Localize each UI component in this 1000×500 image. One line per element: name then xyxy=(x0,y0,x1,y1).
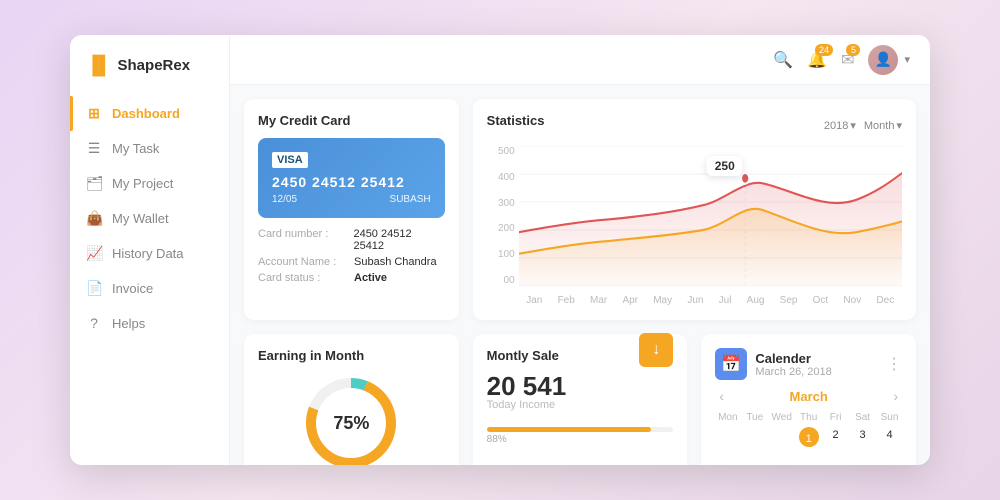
cal-day-empty xyxy=(715,427,740,447)
cal-day-empty xyxy=(769,427,794,447)
calendar-month: March xyxy=(790,389,828,404)
sidebar-label-history-data: History Data xyxy=(112,246,184,261)
statistics-title: Statistics xyxy=(487,113,545,128)
credit-card-section: My Credit Card VISA 2450 24512 25412 12/… xyxy=(244,99,459,320)
sale-label: Today Income xyxy=(487,399,567,411)
project-icon: 🗂 xyxy=(86,175,102,192)
dashboard-icon: ⊞ xyxy=(86,105,102,122)
app-window: ▐▌ ShapeRex ⊞ Dashboard ☰ My Task 🗂 My P… xyxy=(70,35,930,465)
sidebar-item-helps[interactable]: ? Helps xyxy=(70,306,229,340)
year-selector[interactable]: 2018 ▾ xyxy=(824,119,856,132)
calendar-date: March 26, 2018 xyxy=(755,366,831,378)
cal-day-empty xyxy=(742,427,767,447)
next-month-button[interactable]: › xyxy=(889,388,902,404)
card-number-display: 2450 24512 25412 xyxy=(272,174,431,190)
day-header-mon: Mon xyxy=(715,410,740,425)
card-number-value: 2450 24512 25412 xyxy=(353,228,444,252)
user-avatar-area[interactable]: 👤 ▾ xyxy=(868,45,910,75)
card-status-value: Active xyxy=(354,272,387,284)
day-header-wed: Wed xyxy=(769,410,794,425)
messages-badge: 5 xyxy=(846,44,860,56)
card-holder: SUBASH xyxy=(390,194,431,205)
wallet-icon: 👜 xyxy=(86,210,102,227)
calendar-more-button[interactable]: ⋮ xyxy=(886,354,902,374)
sale-pct-label: 88% xyxy=(487,434,674,445)
sidebar-label-my-wallet: My Wallet xyxy=(112,211,169,226)
history-icon: 📈 xyxy=(86,245,102,262)
avatar-chevron: ▾ xyxy=(904,53,910,66)
credit-card-title: My Credit Card xyxy=(258,113,445,128)
account-name-value: Subash Chandra xyxy=(354,256,437,268)
card-number-label: Card number : xyxy=(258,228,347,252)
donut-label: 75% xyxy=(333,413,369,434)
sidebar-label-invoice: Invoice xyxy=(112,281,153,296)
visa-label: VISA xyxy=(272,152,308,168)
credit-card-visual: VISA 2450 24512 25412 12/05 SUBASH xyxy=(258,138,445,218)
chart-inner: 250 xyxy=(519,146,902,286)
day-header-sat: Sat xyxy=(850,410,875,425)
notifications-button[interactable]: 🔔 24 xyxy=(807,50,827,70)
day-header-tue: Tue xyxy=(742,410,767,425)
cal-day-3[interactable]: 3 xyxy=(850,427,875,447)
day-header-sun: Sun xyxy=(877,410,902,425)
messages-button[interactable]: ✉ 5 xyxy=(841,50,854,70)
sidebar-item-my-project[interactable]: 🗂 My Project xyxy=(70,166,229,201)
task-icon: ☰ xyxy=(86,140,102,157)
stat-controls: 2018 ▾ Month ▾ xyxy=(824,119,902,132)
calendar-title: Calender xyxy=(755,351,831,366)
sidebar-label-my-task: My Task xyxy=(112,141,159,156)
period-selector[interactable]: Month ▾ xyxy=(864,119,902,132)
sale-progress-fill xyxy=(487,427,651,432)
app-name: ShapeRex xyxy=(118,57,191,74)
sidebar-item-my-wallet[interactable]: 👜 My Wallet xyxy=(70,201,229,236)
chart-y-labels: 500 400 300 200 100 00 xyxy=(487,146,515,286)
cal-day-1[interactable]: 1 xyxy=(799,427,819,447)
account-name-label: Account Name : xyxy=(258,256,348,268)
notifications-badge: 24 xyxy=(815,44,833,56)
sale-progress-bar xyxy=(487,427,674,432)
invoice-icon: 📄 xyxy=(86,280,102,297)
logo-area: ▐▌ ShapeRex xyxy=(70,55,229,96)
sidebar-item-my-task[interactable]: ☰ My Task xyxy=(70,131,229,166)
chart-x-labels: Jan Feb Mar Apr May Jun Jul Aug Sep Oct … xyxy=(519,295,902,306)
monthly-sale-section: Montly Sale 20 541 Today Income ↓ 88% xyxy=(473,334,688,465)
card-status-label: Card status : xyxy=(258,272,348,284)
content-grid: My Credit Card VISA 2450 24512 25412 12/… xyxy=(230,85,930,465)
earning-title: Earning in Month xyxy=(258,348,445,363)
chart-area: 500 400 300 200 100 00 250 xyxy=(487,146,902,306)
sidebar-label-helps: Helps xyxy=(112,316,145,331)
chart-tooltip: 250 xyxy=(707,156,743,176)
sidebar-item-history-data[interactable]: 📈 History Data xyxy=(70,236,229,271)
sidebar-label-my-project: My Project xyxy=(112,176,173,191)
statistics-section: Statistics 2018 ▾ Month ▾ 500 400 xyxy=(473,99,916,320)
sidebar-label-dashboard: Dashboard xyxy=(112,106,180,121)
sidebar: ▐▌ ShapeRex ⊞ Dashboard ☰ My Task 🗂 My P… xyxy=(70,35,230,465)
cal-day-2[interactable]: 2 xyxy=(823,427,848,447)
prev-month-button[interactable]: ‹ xyxy=(715,388,728,404)
donut-chart-area: 75% xyxy=(258,373,445,465)
calendar-header: 📅 Calender March 26, 2018 ⋮ xyxy=(715,348,902,380)
header: 🔍 🔔 24 ✉ 5 👤 ▾ xyxy=(230,35,930,85)
help-icon: ? xyxy=(86,315,102,331)
earning-section: Earning in Month 75% xyxy=(244,334,459,465)
search-button[interactable]: 🔍 xyxy=(773,50,793,70)
card-expiry: 12/05 xyxy=(272,194,297,205)
cal-day-4[interactable]: 4 xyxy=(877,427,902,447)
sidebar-item-dashboard[interactable]: ⊞ Dashboard xyxy=(70,96,229,131)
day-header-fri: Fri xyxy=(823,410,848,425)
download-button[interactable]: ↓ xyxy=(639,333,673,367)
sale-amount: 20 541 xyxy=(487,373,567,399)
calendar-grid: Mon Tue Wed Thu Fri Sat Sun 1 2 3 4 xyxy=(715,410,902,447)
day-header-thu: Thu xyxy=(796,410,821,425)
main-content: 🔍 🔔 24 ✉ 5 👤 ▾ My Credit Card VISA 2450 xyxy=(230,35,930,465)
calendar-nav: ‹ March › xyxy=(715,388,902,404)
logo-icon: ▐▌ xyxy=(86,55,112,76)
sidebar-item-invoice[interactable]: 📄 Invoice xyxy=(70,271,229,306)
calendar-icon-box: 📅 xyxy=(715,348,747,380)
avatar: 👤 xyxy=(868,45,898,75)
calendar-section: 📅 Calender March 26, 2018 ⋮ ‹ March › Mo… xyxy=(701,334,916,465)
